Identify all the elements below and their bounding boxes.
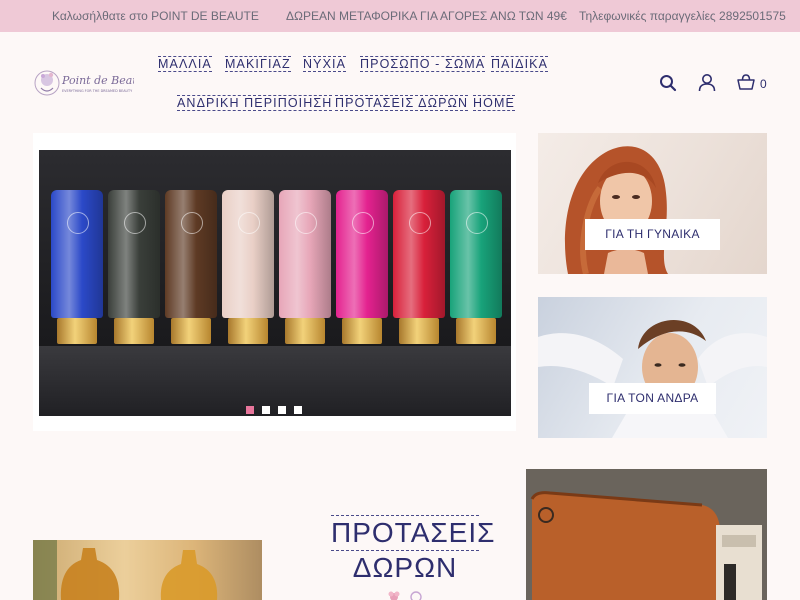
product-cap xyxy=(228,318,268,344)
nav-item-mens-care[interactable]: ΑΝΔΡΙΚΗ ΠΕΡΙΠΟΙΗΣΗ xyxy=(177,95,333,111)
product-cap xyxy=(57,318,97,344)
product-cap xyxy=(456,318,496,344)
hero-slide-image[interactable] xyxy=(39,150,511,416)
display-shelf xyxy=(39,346,511,416)
svg-text:Point de Beaute: Point de Beaute xyxy=(61,74,134,87)
gift-products-image[interactable] xyxy=(33,540,262,600)
free-shipping-text: ΔΩΡΕΑΝ ΜΕΤΑΦΟΡΙΚΑ ΓΙΑ ΑΓΟΡΕΣ ΑΝΩ ΤΩΝ 49€ xyxy=(286,9,567,23)
logo-mark: Point de Beaute EVERYTHING FOR THE DREAM… xyxy=(34,70,151,96)
product-tube xyxy=(336,190,388,318)
search-icon[interactable] xyxy=(659,74,677,97)
leather-pouch-image xyxy=(526,469,767,600)
oil-bottles-image xyxy=(33,540,262,600)
nav-item-nails[interactable]: ΝΥΧΙΑ xyxy=(303,56,347,72)
product-cap xyxy=(114,318,154,344)
nav-item-face-body[interactable]: ΠΡΟΣΩΠΟ - ΣΩΜΑ xyxy=(360,56,486,72)
product-tube xyxy=(393,190,445,318)
nav-item-makeup[interactable]: ΜΑΚΙΓΙΑΖ xyxy=(225,56,291,72)
product-cap xyxy=(399,318,439,344)
product-tube xyxy=(450,190,502,318)
gift-ideas-title-line2: ΔΩΡΩΝ xyxy=(352,552,458,583)
slider-dot[interactable] xyxy=(262,406,270,414)
product-tube xyxy=(51,190,103,318)
product-cap xyxy=(171,318,211,344)
product-cap xyxy=(285,318,325,344)
welcome-text: Καλωσήλθατε στο POINT DE BEAUTE xyxy=(52,9,259,23)
site-logo[interactable]: Point de Beaute EVERYTHING FOR THE DREAM… xyxy=(34,66,151,100)
basket-icon[interactable] xyxy=(737,73,755,96)
banner-for-men[interactable]: ΓΙΑ ΤΟΝ ΑΝΔΡΑ xyxy=(538,297,767,438)
slider-dot[interactable] xyxy=(294,406,302,414)
shop-men-button[interactable]: ΓΙΑ ΤΟΝ ΑΝΔΡΑ xyxy=(589,383,716,414)
mens-gift-image[interactable] xyxy=(526,469,767,600)
product-cap xyxy=(342,318,382,344)
phone-orders-text: Τηλεφωνικές παραγγελίες 2892501575 xyxy=(579,9,786,23)
slider-dot[interactable] xyxy=(246,406,254,414)
man-portrait-image xyxy=(538,319,767,438)
woman-portrait-image xyxy=(564,146,668,274)
gift-ideas-title-line1: ΠΡΟΤΑΣΕΙΣ xyxy=(331,515,494,551)
slider-dot[interactable] xyxy=(278,406,286,414)
nav-item-gift-ideas[interactable]: ΠΡΟΤΑΣΕΙΣ ΔΩΡΩΝ xyxy=(335,95,469,111)
product-tube xyxy=(165,190,217,318)
product-tube xyxy=(222,190,274,318)
gift-ideas-heading: ΠΡΟΤΑΣΕΙΣ ΔΩΡΩΝ xyxy=(331,515,494,585)
nav-item-hair[interactable]: ΜΑΛΛΙΑ xyxy=(158,56,212,72)
announcement-bar: Καλωσήλθατε στο POINT DE BEAUTE ΔΩΡΕΑΝ Μ… xyxy=(0,0,800,32)
product-tube xyxy=(108,190,160,318)
shop-women-button[interactable]: ΓΙΑ ΤΗ ΓΥΝΑΙΚΑ xyxy=(585,219,720,250)
cart-count[interactable]: 0 xyxy=(760,77,767,91)
flower-icon xyxy=(388,589,424,600)
nav-item-kids[interactable]: ΠΑΙΔΙΚΑ xyxy=(491,56,549,72)
user-icon[interactable] xyxy=(698,73,716,97)
banner-for-women[interactable]: ΓΙΑ ΤΗ ΓΥΝΑΙΚΑ xyxy=(538,133,767,274)
svg-text:EVERYTHING FOR THE DREAMED BEA: EVERYTHING FOR THE DREAMED BEAUTY xyxy=(62,89,133,93)
nav-item-home[interactable]: HOME xyxy=(473,95,515,111)
product-tube xyxy=(279,190,331,318)
